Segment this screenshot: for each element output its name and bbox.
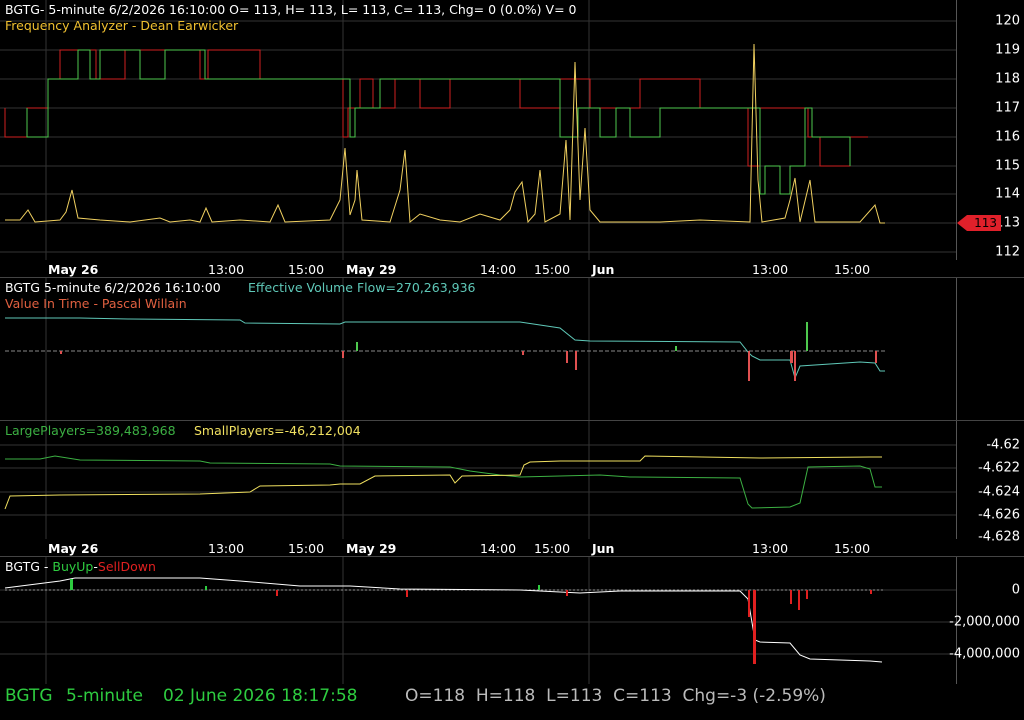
status-interval: 5-minute <box>66 686 143 706</box>
time-label: 13:00 <box>208 541 245 556</box>
time-label: May 29 <box>346 262 397 277</box>
buyup-label: BuyUp <box>52 559 94 574</box>
time-label: 14:00 <box>480 262 517 277</box>
buyup-selldown-plot[interactable] <box>0 557 957 684</box>
time-label: 13:00 <box>752 262 789 277</box>
selldown-label: SellDown <box>97 559 156 574</box>
time-label: 13:00 <box>752 541 789 556</box>
price-header: BGTG- 5-minute 6/2/2026 16:10:00 O= 113,… <box>5 2 577 17</box>
time-axis-middle[interactable]: May 26 13:00 15:00 May 29 14:00 15:00 Ju… <box>0 540 956 556</box>
flow-indicator-title: Value In Time - Pascal Willain <box>5 296 187 311</box>
price-pane[interactable]: 120 119 118 117 116 115 114 113 112 113 … <box>0 0 1024 260</box>
status-symbol: BGTG <box>5 686 53 706</box>
time-label: 15:00 <box>834 541 871 556</box>
price-tick: 114 <box>995 186 1020 202</box>
players-tick: -4.622 <box>978 460 1020 476</box>
price-line <box>5 43 885 224</box>
indicator-title: Frequency Analyzer - Dean Earwicker <box>5 18 239 33</box>
players-tick: -4.62 <box>986 437 1020 453</box>
time-label: 15:00 <box>834 262 871 277</box>
buyup-selldown-pane[interactable]: 0 -2,000,000 -4,000,000 BGTG - BuyUp-Sel… <box>0 557 1024 684</box>
players-plot[interactable] <box>0 421 957 539</box>
players-tick: -4.624 <box>978 484 1020 500</box>
status-bar: BGTG 5-minute 02 June 2026 18:17:58 O=11… <box>0 684 1024 720</box>
price-tick: 118 <box>995 71 1020 87</box>
status-ohlc: O=118 H=118 L=113 C=113 Chg=-3 (-2.59%) <box>405 686 826 706</box>
buysell-title: BGTG - BuyUp-SellDown <box>5 559 156 574</box>
price-tick: 120 <box>995 13 1020 29</box>
time-axis-top[interactable]: May 26 13:00 15:00 May 29 14:00 15:00 Ju… <box>0 261 956 277</box>
time-label: 13:00 <box>208 262 245 277</box>
price-tick: 115 <box>995 158 1020 174</box>
time-label: May 29 <box>346 541 397 556</box>
time-label: 15:00 <box>534 262 571 277</box>
small-players-label: SmallPlayers=-46,212,004 <box>194 423 361 438</box>
large-players-label: LargePlayers=389,483,968 <box>5 423 176 438</box>
time-label: 14:00 <box>480 541 517 556</box>
buyup-selldown-svg <box>0 557 956 684</box>
time-label: 15:00 <box>288 262 325 277</box>
volume-flow-pane[interactable]: BGTG 5-minute 6/2/2026 16:10:00 Effectiv… <box>0 278 1024 420</box>
price-tick: 112 <box>995 244 1020 260</box>
flow-symbol: BGTG 5-minute 6/2/2026 16:10:00 <box>5 280 221 295</box>
price-chart-svg <box>0 0 956 260</box>
price-tick: 119 <box>995 42 1020 58</box>
time-label: Jun <box>592 541 615 556</box>
players-tick: -4.628 <box>978 529 1020 545</box>
buysell-symbol: BGTG - <box>5 559 53 574</box>
players-svg <box>0 421 956 539</box>
buysell-tick: 0 <box>1011 582 1020 598</box>
buysell-cumulative-line <box>4 577 883 663</box>
time-label: Jun <box>592 262 615 277</box>
time-label: May 26 <box>48 541 99 556</box>
buysell-tick: -2,000,000 <box>949 614 1020 630</box>
price-plot-area[interactable] <box>0 0 957 260</box>
players-tick: -4.626 <box>978 507 1020 523</box>
time-label: 15:00 <box>534 541 571 556</box>
price-tick: 117 <box>995 100 1020 116</box>
time-label: 15:00 <box>288 541 325 556</box>
players-pane[interactable]: -4.62 -4.622 -4.624 -4.626 -4.628 LargeP… <box>0 421 1024 545</box>
status-datetime: 02 June 2026 18:17:58 <box>163 686 358 706</box>
effective-volume-flow-line <box>5 317 885 380</box>
buysell-scale[interactable]: 0 -2,000,000 -4,000,000 <box>949 557 1024 684</box>
price-tick: 116 <box>995 129 1020 145</box>
players-scale[interactable]: -4.62 -4.622 -4.624 -4.626 -4.628 <box>957 421 1024 545</box>
large-players-line <box>5 455 882 509</box>
flow-value-label: Effective Volume Flow=270,263,936 <box>248 280 476 295</box>
buysell-tick: -4,000,000 <box>949 646 1020 662</box>
small-players-line <box>4 455 882 510</box>
time-label: May 26 <box>48 262 99 277</box>
freq-step-green <box>26 49 851 195</box>
